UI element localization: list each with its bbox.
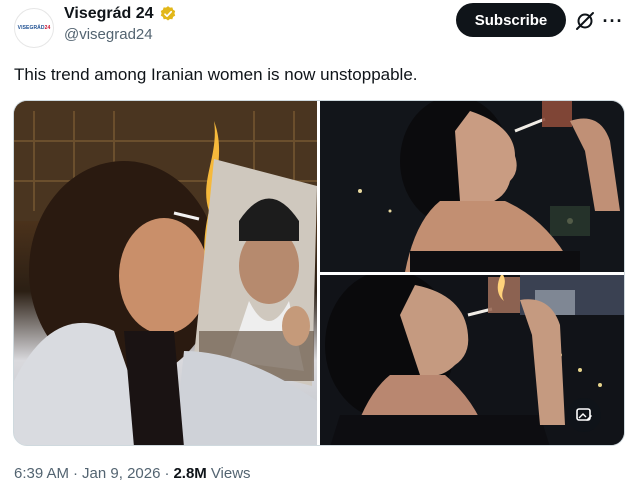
- avatar-logo-text: VISEGRÁD24: [17, 25, 51, 31]
- display-name-text: Visegrád 24: [64, 5, 154, 22]
- tweet-text: This trend among Iranian women is now un…: [14, 65, 418, 84]
- views-label: Views: [210, 465, 251, 482]
- media-grid: [13, 100, 625, 446]
- avatar[interactable]: VISEGRÁD24: [14, 8, 54, 48]
- timestamp-date[interactable]: Jan 9, 2026: [82, 465, 160, 482]
- photo-woman-smoking-night[interactable]: [320, 101, 624, 272]
- handle[interactable]: @visegrad24: [64, 26, 153, 43]
- photo-woman-burning-portrait[interactable]: [14, 101, 317, 445]
- separator: ·: [73, 465, 79, 482]
- subscribe-button[interactable]: Subscribe: [456, 3, 566, 37]
- grok-icon[interactable]: [572, 8, 598, 34]
- views-count: 2.8M: [173, 465, 207, 482]
- image-edit-icon[interactable]: [567, 398, 601, 432]
- verified-badge-icon: [160, 6, 175, 21]
- display-name[interactable]: Visegrád 24: [64, 5, 177, 23]
- separator: ·: [164, 465, 170, 482]
- more-options-button[interactable]: ···: [600, 8, 626, 34]
- tweet-meta: 6:39 AM · Jan 9, 2026 · 2.8M Views: [14, 465, 251, 482]
- timestamp-time[interactable]: 6:39 AM: [14, 465, 69, 482]
